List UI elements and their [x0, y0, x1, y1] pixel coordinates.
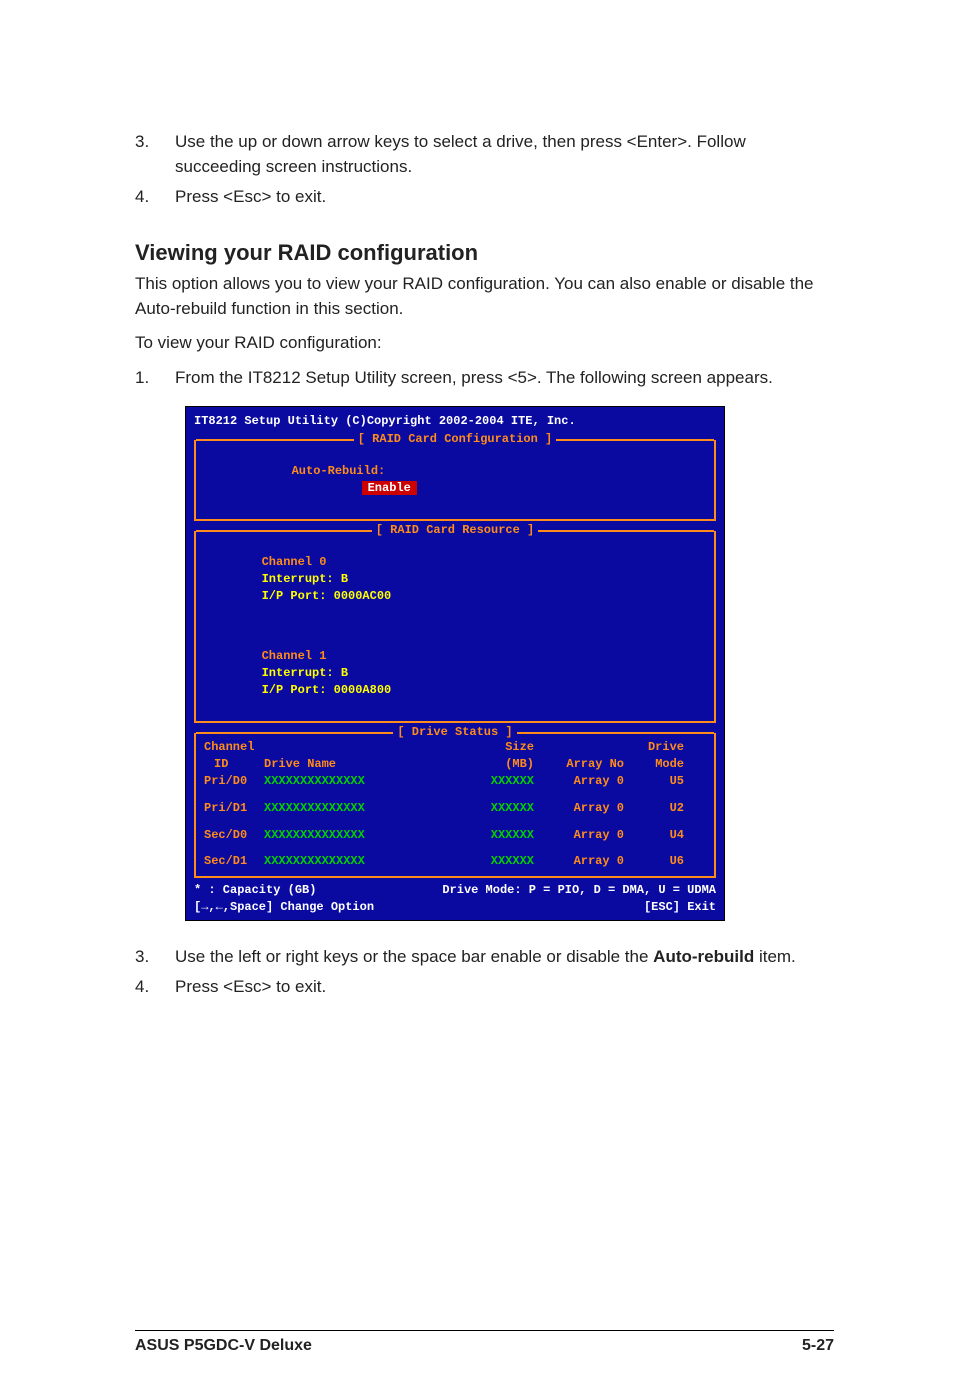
channel-1-interrupt: Interrupt: B: [262, 665, 392, 682]
page-footer: ASUS P5GDC-V Deluxe 5-27: [135, 1330, 834, 1355]
terminal-screenshot: IT8212 Setup Utility (C)Copyright 2002-2…: [185, 406, 725, 920]
terminal-title: IT8212 Setup Utility (C)Copyright 2002-2…: [194, 413, 716, 430]
step-number: 3.: [135, 945, 175, 970]
footer-product-name: ASUS P5GDC-V Deluxe: [135, 1337, 312, 1355]
step-number: 4.: [135, 185, 175, 210]
channel-1-label: Channel 1: [262, 648, 382, 665]
box-legend: [ Drive Status ]: [393, 724, 516, 741]
step-text: Use the left or right keys or the space …: [175, 945, 834, 970]
channel-0-interrupt: Interrupt: B: [262, 571, 392, 588]
auto-rebuild-label: Auto-Rebuild:: [262, 463, 432, 480]
step-text: Press <Esc> to exit.: [175, 975, 834, 1000]
step-3: 3. Use the left or right keys or the spa…: [135, 945, 834, 970]
box-drive-status: [ Drive Status ] ChannelSizeDrive IDDriv…: [194, 733, 716, 878]
footer-page-number: 5-27: [802, 1337, 834, 1355]
step-1: 1. From the IT8212 Setup Utility screen,…: [135, 366, 834, 391]
box-raid-card-resource: [ RAID Card Resource ] Channel 0 Interru…: [194, 531, 716, 723]
section-intro: This option allows you to view your RAID…: [135, 272, 834, 321]
step-text: From the IT8212 Setup Utility screen, pr…: [175, 366, 834, 391]
drive-row: Pri/D1XXXXXXXXXXXXXXXXXXXXArray 0U2: [204, 800, 706, 817]
box-legend: [ RAID Card Configuration ]: [354, 431, 556, 448]
step-top-3: 3. Use the up or down arrow keys to sele…: [135, 130, 834, 179]
drive-row: Sec/D1XXXXXXXXXXXXXXXXXXXXArray 0U6: [204, 853, 706, 870]
section-heading: Viewing your RAID configuration: [135, 240, 834, 266]
step-4: 4. Press <Esc> to exit.: [135, 975, 834, 1000]
step-number: 1.: [135, 366, 175, 391]
step-number: 4.: [135, 975, 175, 1000]
box-legend: [ RAID Card Resource ]: [372, 522, 538, 539]
drive-row: Sec/D0XXXXXXXXXXXXXXXXXXXXArray 0U4: [204, 827, 706, 844]
auto-rebuild-value[interactable]: Enable: [362, 481, 417, 495]
section-lead-in: To view your RAID configuration:: [135, 331, 834, 356]
step-text: Press <Esc> to exit.: [175, 185, 834, 210]
box-raid-card-configuration: [ RAID Card Configuration ] Auto-Rebuild…: [194, 440, 716, 521]
drive-table-header-row1: ChannelSizeDrive: [204, 739, 706, 756]
channel-1-port: I/P Port: 0000A800: [262, 683, 392, 697]
step-number: 3.: [135, 130, 175, 179]
step-text: Use the up or down arrow keys to select …: [175, 130, 834, 179]
footer-change-option-hint: [→,←,Space] Change Option: [194, 899, 374, 916]
drive-row: Pri/D0XXXXXXXXXXXXXXXXXXXXArray 0U5: [204, 773, 706, 790]
terminal-footer: * : Capacity (GB) Drive Mode: P = PIO, D…: [194, 882, 716, 916]
drive-table-header-row2: IDDrive Name(MB)Array NoMode: [204, 756, 706, 773]
footer-drive-mode-legend: Drive Mode: P = PIO, D = DMA, U = UDMA: [442, 882, 716, 899]
footer-esc-exit-hint: [ESC] Exit: [644, 899, 716, 916]
channel-0-port: I/P Port: 0000AC00: [262, 589, 392, 603]
channel-0-label: Channel 0: [262, 554, 382, 571]
footer-capacity-legend: * : Capacity (GB): [194, 882, 316, 899]
step-top-4: 4. Press <Esc> to exit.: [135, 185, 834, 210]
